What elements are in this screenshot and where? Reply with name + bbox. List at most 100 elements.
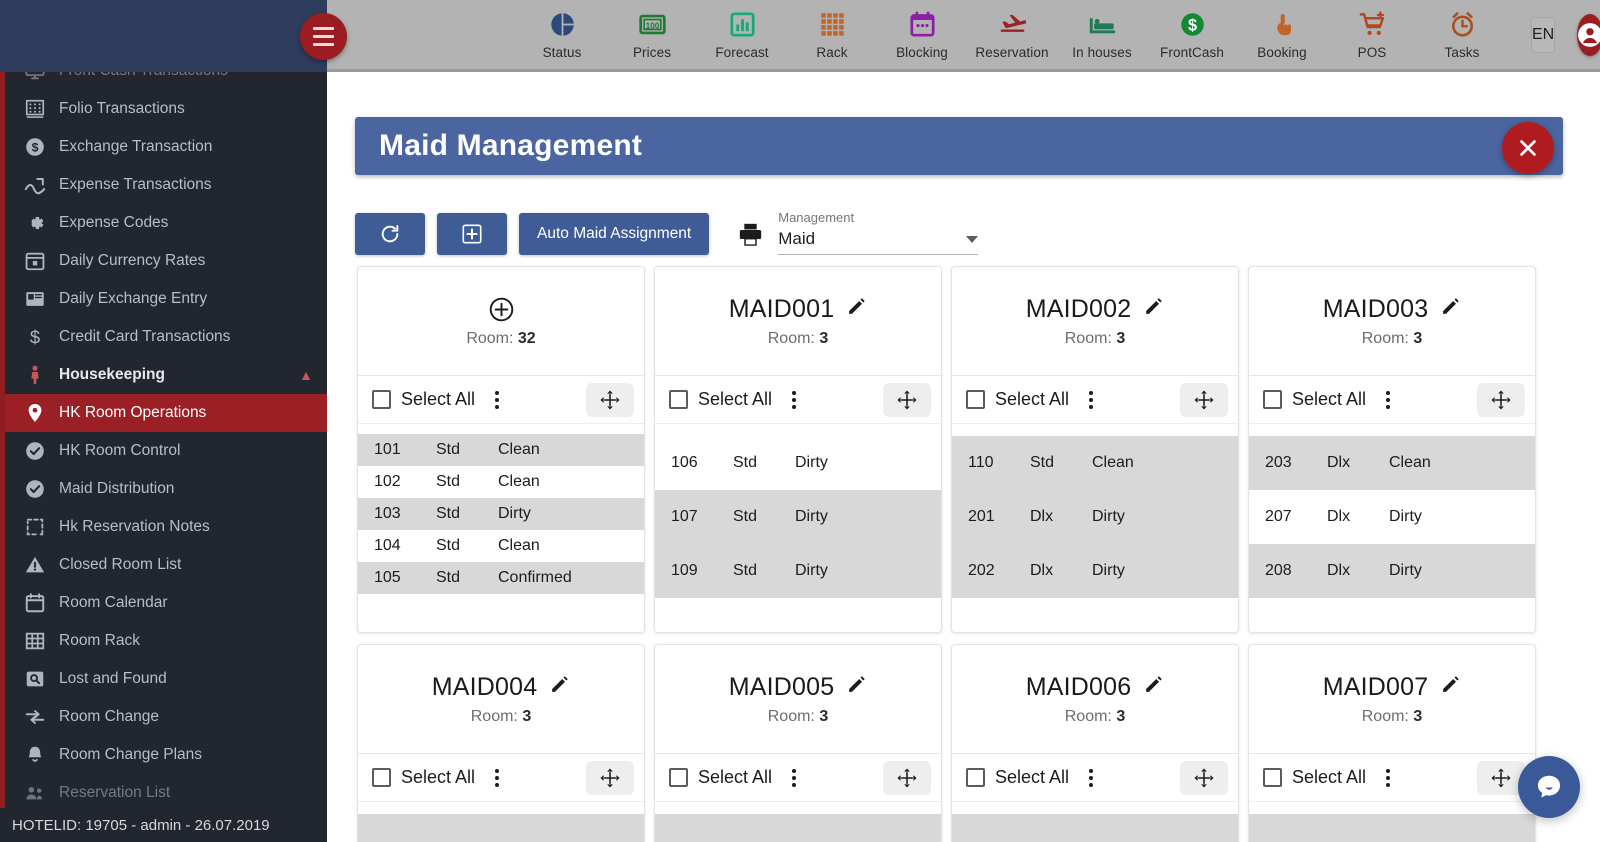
pencil-icon[interactable] [549, 674, 570, 700]
select-all-checkbox[interactable] [372, 390, 391, 409]
nav-item-reservation[interactable]: Reservation [967, 1, 1057, 69]
move-rooms-button[interactable] [586, 760, 634, 795]
room-row[interactable] [358, 814, 644, 842]
room-row[interactable]: 104 Std Clean [358, 530, 644, 562]
warning-triangle-icon [24, 554, 46, 576]
nav-item-status[interactable]: Status [517, 1, 607, 69]
select-all-checkbox[interactable] [966, 390, 985, 409]
pencil-icon[interactable] [1143, 674, 1164, 700]
pencil-icon[interactable] [1143, 296, 1164, 322]
more-vertical-icon[interactable] [1380, 387, 1396, 413]
room-number: 101 [374, 441, 401, 458]
room-row[interactable]: 101 Std Clean [358, 434, 644, 466]
sidebar-item-expense-codes[interactable]: Expense Codes [0, 204, 327, 242]
select-all-checkbox[interactable] [669, 768, 688, 787]
nav-item-in-houses[interactable]: In houses [1057, 1, 1147, 69]
language-button[interactable]: EN [1531, 16, 1556, 53]
auto-maid-assignment-button[interactable]: Auto Maid Assignment [519, 213, 710, 255]
room-row[interactable]: 110 Std Clean [952, 436, 1238, 490]
select-all-checkbox[interactable] [669, 390, 688, 409]
room-number: 202 [968, 562, 995, 579]
move-rooms-button[interactable] [1180, 382, 1228, 417]
room-list [1249, 801, 1535, 842]
more-vertical-icon[interactable] [786, 387, 802, 413]
sidebar-item-exchange-transaction[interactable]: $ Exchange Transaction [0, 128, 327, 166]
pencil-icon[interactable] [1440, 674, 1461, 700]
sidebar-item-hk-reservation-notes[interactable]: Hk Reservation Notes [0, 508, 327, 546]
nav-item-blocking[interactable]: Blocking [877, 1, 967, 69]
room-row[interactable]: 106 Std Dirty [655, 436, 941, 490]
add-room-button[interactable] [486, 294, 516, 324]
chevron-up-icon[interactable]: ▲ [299, 367, 313, 383]
add-maid-button[interactable] [437, 213, 507, 255]
nav-item-forecast[interactable]: Forecast [697, 1, 787, 69]
sidebar-item-room-calendar[interactable]: Room Calendar [0, 584, 327, 622]
pencil-icon[interactable] [1440, 296, 1461, 322]
sidebar-item-credit-card-transactions[interactable]: $ Credit Card Transactions [0, 318, 327, 356]
sidebar-item-room-change[interactable]: Room Change [0, 698, 327, 736]
sidebar-item-room-change-plans[interactable]: Room Change Plans [0, 736, 327, 774]
room-row[interactable]: 207 Dlx Dirty [1249, 490, 1535, 544]
sidebar-item-lost-and-found[interactable]: Lost and Found [0, 660, 327, 698]
nav-item-pos[interactable]: POS [1327, 1, 1417, 69]
room-row[interactable]: 201 Dlx Dirty [952, 490, 1238, 544]
more-vertical-icon[interactable] [786, 765, 802, 791]
room-row[interactable]: 208 Dlx Dirty [1249, 544, 1535, 598]
sidebar-item-housekeeping[interactable]: Housekeeping ▲ [0, 356, 327, 394]
nav-item-rack[interactable]: Rack [787, 1, 877, 69]
room-count-value: 3 [1413, 707, 1423, 725]
room-row[interactable]: 105 Std Confirmed [358, 562, 644, 594]
more-vertical-icon[interactable] [1083, 765, 1099, 791]
room-row[interactable] [655, 814, 941, 842]
nav-item-frontcash[interactable]: $ FrontCash [1147, 1, 1237, 69]
print-button[interactable] [737, 213, 764, 255]
maid-name: MAID005 [728, 672, 835, 701]
menu-toggle-button[interactable] [300, 13, 347, 60]
maid-card: MAID006 Room: 3 Select All [951, 644, 1239, 842]
refresh-button[interactable] [355, 213, 425, 255]
move-rooms-button[interactable] [883, 382, 931, 417]
sidebar-item-hk-room-control[interactable]: HK Room Control [0, 432, 327, 470]
select-all-checkbox[interactable] [1263, 390, 1282, 409]
select-all-checkbox[interactable] [966, 768, 985, 787]
room-row[interactable]: 103 Std Dirty [358, 498, 644, 530]
management-select[interactable]: Management Maid [778, 210, 979, 255]
room-row[interactable] [1249, 814, 1535, 842]
sidebar-item-closed-room-list[interactable]: Closed Room List [0, 546, 327, 584]
pencil-icon[interactable] [846, 296, 867, 322]
user-avatar-button[interactable] [1577, 13, 1600, 56]
move-rooms-button[interactable] [586, 382, 634, 417]
sidebar-item-daily-exchange-entry[interactable]: Daily Exchange Entry [0, 280, 327, 318]
room-row[interactable]: 203 Dlx Clean [1249, 436, 1535, 490]
sidebar-item-room-rack[interactable]: Room Rack [0, 622, 327, 660]
chat-widget-button[interactable] [1518, 756, 1580, 818]
close-panel-button[interactable] [1502, 122, 1554, 174]
select-all-checkbox[interactable] [1263, 768, 1282, 787]
move-rooms-button[interactable] [883, 760, 931, 795]
more-vertical-icon[interactable] [489, 387, 505, 413]
sidebar-item-folio-transactions[interactable]: Folio Transactions [0, 90, 327, 128]
sidebar-item-daily-currency-rates[interactable]: Daily Currency Rates [0, 242, 327, 280]
room-row[interactable]: 107 Std Dirty [655, 490, 941, 544]
select-all-checkbox[interactable] [372, 768, 391, 787]
room-row[interactable]: 202 Dlx Dirty [952, 544, 1238, 598]
sidebar-item-maid-distribution[interactable]: Maid Distribution [0, 470, 327, 508]
room-row[interactable]: 102 Std Clean [358, 466, 644, 498]
move-rooms-button[interactable] [1180, 760, 1228, 795]
nav-item-prices[interactable]: 100 Prices [607, 1, 697, 69]
sidebar-item-hk-room-operations[interactable]: HK Room Operations [0, 394, 327, 432]
management-select-control[interactable]: Maid [778, 229, 979, 255]
pencil-icon[interactable] [846, 674, 867, 700]
sidebar-item-expense-transactions[interactable]: Expense Transactions [0, 166, 327, 204]
sidebar-item-reservation-list[interactable]: Reservation List [0, 774, 327, 812]
maid-room-count: Room: 3 [1065, 708, 1125, 726]
nav-item-booking[interactable]: Booking [1237, 1, 1327, 69]
room-type: Std [733, 562, 758, 579]
move-rooms-button[interactable] [1477, 382, 1525, 417]
more-vertical-icon[interactable] [489, 765, 505, 791]
nav-item-tasks[interactable]: Tasks [1417, 1, 1507, 69]
room-row[interactable] [952, 814, 1238, 842]
room-row[interactable]: 109 Std Dirty [655, 544, 941, 598]
more-vertical-icon[interactable] [1083, 387, 1099, 413]
more-vertical-icon[interactable] [1380, 765, 1396, 791]
